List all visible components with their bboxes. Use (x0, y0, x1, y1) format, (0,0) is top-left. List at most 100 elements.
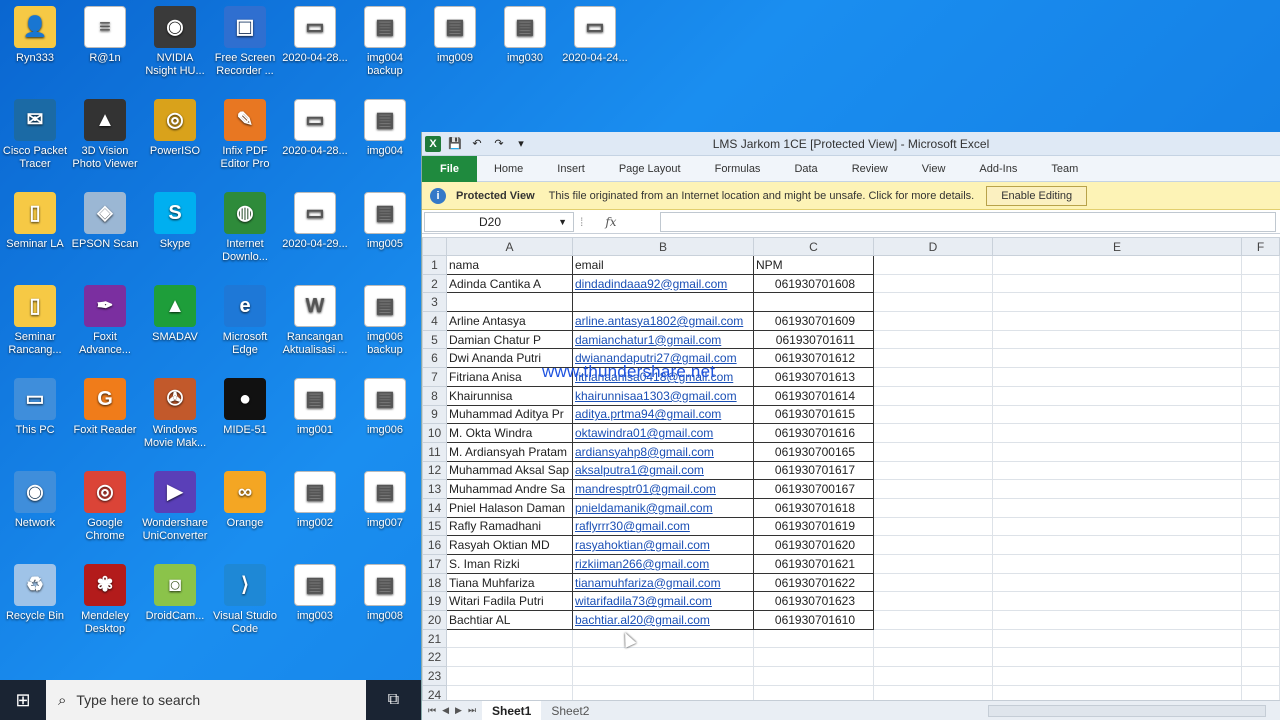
column-header[interactable]: C (753, 237, 874, 256)
table-cell[interactable]: Tiana Muhfariza (446, 572, 573, 593)
desktop-icon[interactable]: ▲ SMADAV (140, 285, 210, 344)
desktop-icon[interactable]: ▲ 3D Vision Photo Viewer (70, 99, 140, 171)
row-header[interactable]: 6 (422, 348, 447, 369)
table-cell[interactable] (873, 554, 993, 574)
table-cell[interactable]: nama (446, 255, 573, 275)
search-box[interactable]: ⌕ Type here to search (46, 680, 366, 720)
table-cell[interactable] (992, 535, 1242, 555)
table-cell[interactable]: ardiansyahp8@gmail.com (572, 441, 754, 462)
table-cell[interactable]: M. Okta Windra (446, 423, 573, 443)
table-cell[interactable] (1241, 348, 1280, 369)
column-header[interactable]: A (446, 237, 573, 256)
table-cell[interactable] (1241, 330, 1280, 350)
desktop-icon[interactable]: ✇ Windows Movie Mak... (140, 378, 210, 450)
row-header[interactable]: 18 (422, 572, 447, 593)
table-cell[interactable]: oktawindra01@gmail.com (572, 423, 754, 443)
desktop-icon[interactable]: ◉ NVIDIA Nsight HU... (140, 6, 210, 78)
desktop-icon[interactable]: ✾ Mendeley Desktop (70, 564, 140, 636)
table-cell[interactable]: Rasyah Oktian MD (446, 535, 573, 555)
ribbon-tab-team[interactable]: Team (1034, 156, 1095, 182)
table-cell[interactable] (873, 498, 993, 518)
table-cell[interactable] (873, 442, 993, 462)
table-cell[interactable] (873, 517, 993, 537)
desktop-icon[interactable]: ▶ Wondershare UniConverter (140, 471, 210, 543)
table-cell[interactable] (873, 255, 993, 275)
table-cell[interactable]: tianamuhfariza@gmail.com (572, 572, 754, 593)
desktop-icon[interactable]: ▭ This PC (0, 378, 70, 437)
desktop-icon[interactable]: ▤ img002 (280, 471, 350, 530)
table-cell[interactable] (446, 629, 573, 649)
table-cell[interactable]: 061930701623 (753, 591, 874, 612)
row-header[interactable]: 3 (422, 292, 447, 313)
table-cell[interactable] (1241, 292, 1280, 313)
row-header[interactable]: 19 (422, 591, 447, 612)
protected-view-message[interactable]: This file originated from an Internet lo… (549, 190, 975, 202)
desktop-icon[interactable]: ◎ PowerISO (140, 99, 210, 158)
select-all-corner[interactable] (422, 237, 447, 256)
row-header[interactable]: 9 (422, 404, 447, 425)
chevron-down-icon[interactable]: ▼ (558, 217, 567, 227)
row-header[interactable]: 12 (422, 460, 447, 481)
row-header[interactable]: 7 (422, 367, 447, 387)
desktop-icon[interactable]: S Skype (140, 192, 210, 251)
row-header[interactable]: 2 (422, 273, 447, 294)
table-cell[interactable] (1241, 498, 1280, 518)
enable-editing-button[interactable]: Enable Editing (986, 185, 1088, 206)
desktop-icon[interactable]: ▯ Seminar Rancang... (0, 285, 70, 357)
ribbon-tab-formulas[interactable]: Formulas (698, 156, 778, 182)
ribbon-tab-review[interactable]: Review (835, 156, 905, 182)
desktop-icon[interactable]: ▤ img003 (280, 564, 350, 623)
column-header[interactable]: B (572, 237, 754, 256)
table-cell[interactable] (992, 573, 1242, 593)
table-cell[interactable]: Muhammad Aditya Pr (446, 404, 573, 425)
table-cell[interactable]: rizkiiman266@gmail.com (572, 554, 754, 574)
table-cell[interactable] (873, 386, 993, 406)
row-header[interactable]: 8 (422, 385, 447, 406)
insert-function-icon[interactable]: fx (605, 215, 616, 229)
table-cell[interactable] (1241, 442, 1280, 462)
table-cell[interactable]: aditya.prtma94@gmail.com (572, 404, 754, 425)
windows-start-icon[interactable]: ⊞ (0, 680, 46, 720)
table-cell[interactable]: Witari Fadila Putri (446, 591, 573, 612)
next-sheet-icon[interactable]: ▶ (455, 705, 462, 716)
ribbon-tab-add-ins[interactable]: Add-Ins (962, 156, 1034, 182)
table-cell[interactable] (873, 423, 993, 443)
table-cell[interactable]: 061930701618 (753, 497, 874, 518)
table-cell[interactable] (572, 292, 754, 313)
table-cell[interactable]: Pniel Halason Daman (446, 497, 573, 518)
row-header[interactable]: 1 (422, 255, 447, 275)
table-cell[interactable] (1241, 647, 1280, 668)
table-cell[interactable]: rasyahoktian@gmail.com (572, 535, 754, 555)
table-cell[interactable] (873, 330, 993, 350)
table-cell[interactable]: 061930701608 (753, 273, 874, 294)
desktop-icon[interactable]: ≡ R@1n (70, 6, 140, 65)
sheet-tab-sheet1[interactable]: Sheet1 (482, 700, 542, 720)
table-cell[interactable]: Damian Chatur P (446, 329, 573, 350)
table-cell[interactable] (873, 461, 993, 481)
table-cell[interactable]: Khairunnisa (446, 385, 573, 406)
desktop-icon[interactable]: ♻ Recycle Bin (0, 564, 70, 623)
table-cell[interactable]: 061930701609 (753, 311, 874, 331)
table-cell[interactable]: Adinda Cantika A (446, 273, 573, 294)
desktop-icon[interactable]: ✒ Foxit Advance... (70, 285, 140, 357)
table-cell[interactable] (446, 292, 573, 313)
row-header[interactable]: 21 (422, 628, 447, 649)
table-cell[interactable] (572, 666, 754, 686)
table-cell[interactable] (1241, 255, 1280, 275)
table-cell[interactable]: 061930701616 (753, 423, 874, 443)
sheet-tab-sheet2[interactable]: Sheet2 (541, 701, 599, 720)
desktop-icon[interactable]: ● MIDE-51 (210, 378, 280, 437)
table-cell[interactable] (992, 442, 1242, 462)
column-header[interactable]: D (873, 237, 993, 256)
ribbon-tab-page-layout[interactable]: Page Layout (602, 156, 698, 182)
table-cell[interactable] (992, 311, 1242, 331)
ribbon-tab-view[interactable]: View (905, 156, 963, 182)
first-sheet-icon[interactable]: ⏮ (428, 705, 436, 716)
table-cell[interactable]: dindadindaaa92@gmail.com (572, 273, 754, 294)
table-cell[interactable] (992, 610, 1242, 630)
row-header[interactable]: 5 (422, 329, 447, 350)
last-sheet-icon[interactable]: ⏭ (468, 705, 476, 716)
desktop-icon[interactable]: ◈ EPSON Scan (70, 192, 140, 251)
desktop-icon[interactable]: ∞ Orange (210, 471, 280, 530)
table-cell[interactable]: pnieldamanik@gmail.com (572, 497, 754, 518)
